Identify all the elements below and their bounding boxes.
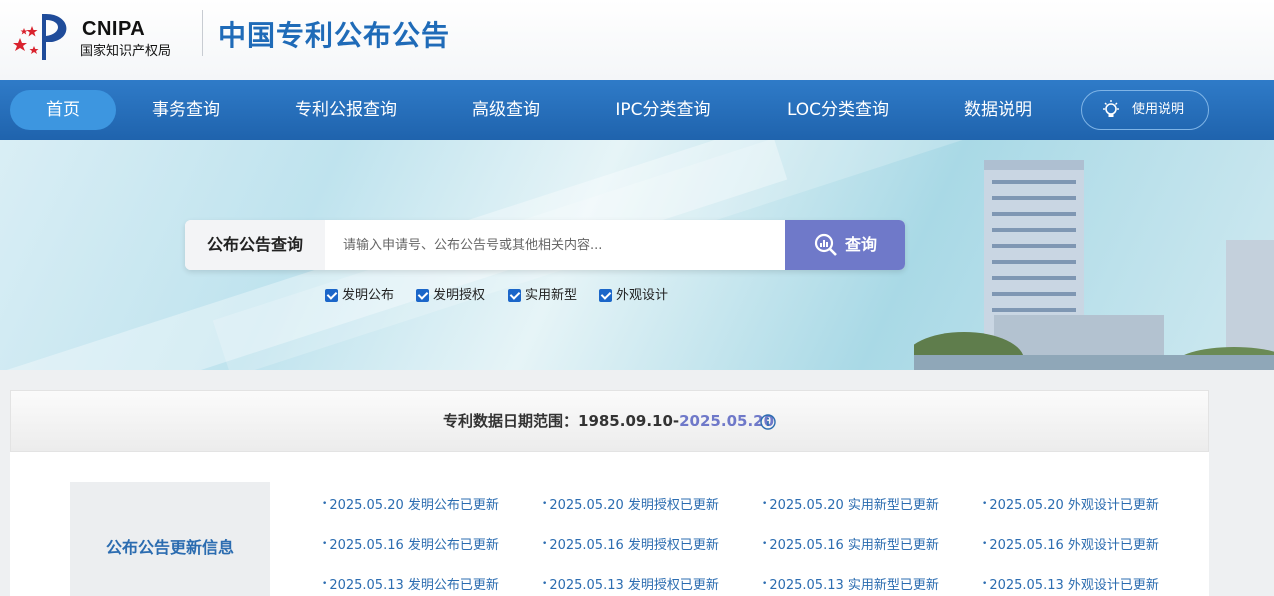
search-box: 公布公告查询 查询 bbox=[185, 220, 905, 270]
update-link[interactable]: 2025.05.20 发明公布已更新 bbox=[322, 494, 499, 513]
nav-data-description[interactable]: 数据说明 bbox=[950, 90, 1046, 130]
search-label: 公布公告查询 bbox=[185, 220, 325, 270]
filter-label: 外观设计 bbox=[616, 288, 669, 303]
nav-gazette-query[interactable]: 专利公报查询 bbox=[280, 90, 412, 130]
nav-home[interactable]: 首页 bbox=[10, 90, 116, 130]
site-title: 中国专利公布公告 bbox=[218, 19, 451, 52]
office-building-image bbox=[914, 160, 1274, 370]
update-link[interactable]: 2025.05.16 发明公布已更新 bbox=[322, 534, 499, 553]
update-link[interactable]: 2025.05.16 发明授权已更新 bbox=[542, 534, 719, 553]
search-icon bbox=[814, 233, 837, 256]
info-icon[interactable] bbox=[760, 414, 776, 430]
data-range-prefix: 专利数据日期范围：1985.09.10- bbox=[443, 412, 680, 430]
search-button[interactable]: 查询 bbox=[785, 220, 905, 270]
header-divider bbox=[202, 10, 203, 56]
search-button-label: 查询 bbox=[845, 235, 878, 254]
content-panel: 专利数据日期范围：1985.09.10-2025.05.20 公布公告更新信息 … bbox=[10, 390, 1209, 596]
checkbox-checked-icon bbox=[416, 289, 429, 302]
nav-affairs-query[interactable]: 事务查询 bbox=[136, 90, 236, 130]
nav-ipc-query[interactable]: IPC分类查询 bbox=[600, 90, 726, 130]
data-range-bar: 专利数据日期范围：1985.09.10-2025.05.20 bbox=[10, 390, 1209, 452]
help-button[interactable]: 使用说明 bbox=[1081, 90, 1209, 130]
logo-english: CNIPA bbox=[82, 18, 146, 40]
filter-label: 实用新型 bbox=[525, 288, 578, 303]
update-link[interactable]: 2025.05.16 实用新型已更新 bbox=[762, 534, 939, 553]
nav-loc-query[interactable]: LOC分类查询 bbox=[770, 90, 906, 130]
update-link[interactable]: 2025.05.13 外观设计已更新 bbox=[982, 574, 1159, 593]
checkbox-checked-icon bbox=[325, 289, 338, 302]
checkbox-checked-icon bbox=[508, 289, 521, 302]
help-button-label: 使用说明 bbox=[1132, 102, 1185, 117]
search-input[interactable] bbox=[325, 220, 785, 270]
update-link[interactable]: 2025.05.20 发明授权已更新 bbox=[542, 494, 719, 513]
lightbulb-icon bbox=[1103, 100, 1119, 117]
cnipa-emblem-icon bbox=[13, 14, 67, 60]
update-link[interactable]: 2025.05.13 发明公布已更新 bbox=[322, 574, 499, 593]
site-header: CNIPA 国家知识产权局 中国专利公布公告 bbox=[0, 0, 1274, 80]
updates-title-box: 公布公告更新信息 bbox=[70, 482, 270, 596]
update-link[interactable]: 2025.05.13 发明授权已更新 bbox=[542, 574, 719, 593]
update-link[interactable]: 2025.05.13 实用新型已更新 bbox=[762, 574, 939, 593]
update-link[interactable]: 2025.05.20 实用新型已更新 bbox=[762, 494, 939, 513]
data-range-text: 专利数据日期范围：1985.09.10-2025.05.20 bbox=[443, 391, 774, 451]
filter-label: 发明授权 bbox=[433, 288, 486, 303]
hero-banner: 公布公告查询 查询 发明公布 发明授权 实用新型 外 bbox=[0, 140, 1274, 370]
logo-chinese: 国家知识产权局 bbox=[80, 44, 172, 59]
updates-title: 公布公告更新信息 bbox=[105, 538, 234, 557]
update-link[interactable]: 2025.05.16 外观设计已更新 bbox=[982, 534, 1159, 553]
cnipa-logo[interactable]: CNIPA 国家知识产权局 bbox=[12, 8, 202, 64]
filter-label: 发明公布 bbox=[342, 288, 395, 303]
update-link[interactable]: 2025.05.20 外观设计已更新 bbox=[982, 494, 1159, 513]
nav-advanced-query[interactable]: 高级查询 bbox=[456, 90, 556, 130]
checkbox-checked-icon bbox=[599, 289, 612, 302]
main-nav: 首页 事务查询 专利公报查询 高级查询 IPC分类查询 LOC分类查询 数据说明… bbox=[0, 80, 1274, 140]
